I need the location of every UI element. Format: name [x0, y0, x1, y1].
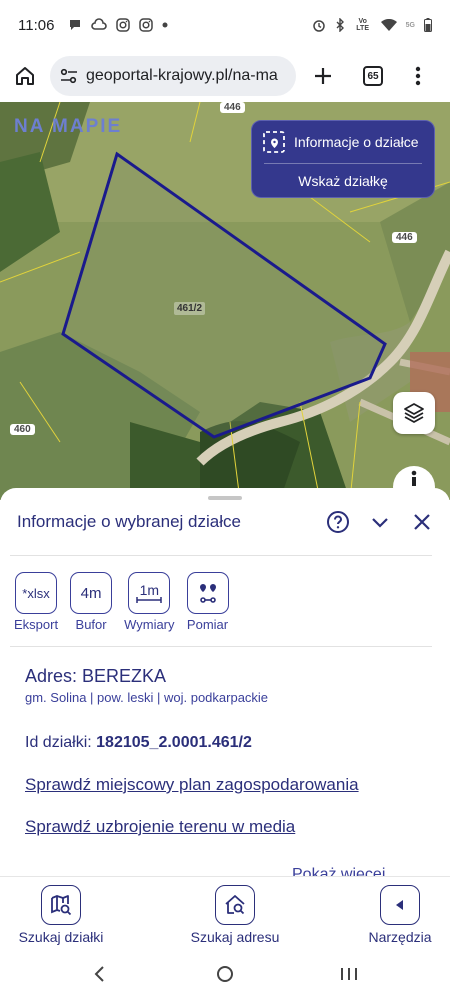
parcel-number-label: 461/2 — [174, 302, 206, 315]
app-logo: NA MAPIE — [14, 116, 123, 137]
parcel-id-label: Id działki: — [25, 734, 92, 751]
dimensions-icon-text: 1m — [139, 582, 160, 598]
divider — [10, 646, 432, 647]
road-label: 446 — [392, 232, 417, 243]
nav-label: Szukaj adresu — [190, 929, 280, 945]
info-icon — [411, 470, 417, 486]
buffer-button[interactable]: 4m — [70, 572, 113, 614]
tab-count: 65 — [363, 66, 383, 86]
export-icon-text: *xlsx — [22, 585, 50, 601]
parcel-info-card: Informacje o działce Wskaż działkę — [251, 120, 435, 198]
nav-tools[interactable]: Narzędzia — [360, 885, 440, 945]
more-notifications-dot-icon — [162, 22, 168, 28]
tab-switcher-button[interactable]: 65 — [348, 50, 398, 102]
home-button[interactable] — [0, 50, 50, 102]
search-parcel-button[interactable] — [41, 885, 81, 925]
ruler-line-icon — [136, 597, 163, 603]
chat-bubble-icon — [70, 20, 81, 30]
alarm-icon — [312, 20, 325, 32]
layers-icon — [404, 403, 424, 423]
browser-toolbar: geoportal-krajowy.pl/na-ma 65 — [0, 50, 450, 102]
help-icon — [327, 511, 349, 533]
tool-label: Eksport — [14, 617, 59, 632]
more-vert-icon — [415, 66, 421, 86]
dimensions-button[interactable]: 1m — [128, 572, 171, 614]
status-bar: 11:06 Vo LTE 5G — [0, 0, 450, 50]
instagram-icon — [116, 18, 131, 32]
administrative-units: gm. Solina | pow. leski | woj. podkarpac… — [25, 690, 269, 705]
instagram-icon — [139, 18, 154, 32]
collapse-button[interactable] — [366, 508, 394, 536]
triangle-left-icon — [396, 900, 403, 910]
nav-label: Narzędzia — [368, 929, 432, 945]
select-parcel-button[interactable]: Wskaż działkę — [252, 164, 434, 198]
home-nav-button[interactable] — [213, 962, 237, 986]
divider — [10, 555, 432, 556]
road-label: 446 — [220, 102, 245, 113]
system-navigation — [0, 948, 450, 1000]
tool-label: Bufor — [75, 617, 107, 632]
nav-search-address[interactable]: Szukaj adresu — [185, 885, 285, 945]
info-card-title: Informacje o działce — [294, 134, 419, 150]
nav-label: Szukaj działki — [18, 929, 104, 945]
nav-search-parcel[interactable]: Szukaj działki — [16, 885, 106, 945]
new-tab-button[interactable] — [298, 50, 348, 102]
site-settings-icon[interactable] — [60, 68, 78, 84]
volte-label: Vo LTE — [356, 18, 369, 32]
measure-button[interactable] — [186, 572, 229, 614]
sheet-title: Informacje o wybranej działce — [17, 512, 241, 531]
buffer-tool[interactable]: 4m Bufor — [70, 572, 113, 632]
tool-label: Wymiary — [124, 617, 175, 632]
measure-icon — [199, 584, 216, 603]
recents-button[interactable] — [337, 962, 361, 986]
signal-5g-label: 5G — [405, 21, 415, 29]
zoning-plan-link[interactable]: Sprawdź miejscowy plan zagospodarowania — [25, 775, 359, 795]
parcel-info-row[interactable]: Informacje o działce — [252, 121, 434, 163]
export-xlsx-button[interactable]: *xlsx — [15, 572, 58, 614]
url-text: geoportal-krajowy.pl/na-ma — [86, 67, 278, 84]
wifi-icon — [380, 19, 397, 31]
measure-tool[interactable]: Pomiar — [186, 572, 229, 632]
layers-button[interactable] — [393, 392, 435, 434]
browser-menu-button[interactable] — [398, 50, 438, 102]
chevron-down-icon — [372, 518, 388, 528]
battery-icon — [424, 18, 432, 32]
buffer-icon-text: 4m — [80, 584, 102, 602]
utilities-link[interactable]: Sprawdź uzbrojenie terenu w media — [25, 817, 295, 837]
house-search-icon — [225, 895, 245, 915]
tools-row: *xlsx Eksport 4m Bufor 1m Wymiary Pomiar — [14, 572, 229, 632]
close-button[interactable] — [408, 508, 436, 536]
sheet-header: Informacje o wybranej działce — [0, 500, 450, 544]
dimensions-tool[interactable]: 1m Wymiary — [124, 572, 175, 632]
road-label: 460 — [10, 424, 35, 435]
address-bar[interactable]: geoportal-krajowy.pl/na-ma — [50, 56, 296, 96]
chevron-left-icon — [94, 966, 104, 982]
bottom-navigation: Szukaj działki Szukaj adresu Narzędzia — [0, 876, 450, 948]
parcel-details-sheet: Informacje o wybranej działce *xlsx Eksp… — [0, 488, 450, 876]
search-address-button[interactable] — [215, 885, 255, 925]
parcel-id-value: 182105_2.0001.461/2 — [96, 734, 252, 751]
select-parcel-icon — [263, 131, 285, 153]
close-icon — [414, 514, 430, 530]
map-search-icon — [51, 895, 72, 916]
map-view[interactable]: NA MAPIE 446 446 460 461/2 Informacje o … — [0, 102, 450, 500]
back-button[interactable] — [88, 962, 112, 986]
circle-icon — [217, 966, 233, 982]
show-more-link[interactable]: Pokaż więcej — [292, 866, 385, 876]
parcel-id: Id działki: 182105_2.0001.461/2 — [25, 734, 252, 752]
system-icons: Vo LTE 5G — [312, 18, 432, 32]
help-button[interactable] — [324, 508, 352, 536]
bluetooth-icon — [336, 18, 344, 32]
tool-label: Pomiar — [186, 617, 229, 632]
notification-icons — [68, 18, 168, 32]
tools-button[interactable] — [380, 885, 420, 925]
cloud-sync-icon — [91, 18, 108, 30]
plus-icon — [315, 68, 331, 84]
parcel-address: Adres: BEREZKA — [25, 666, 167, 686]
home-icon — [16, 67, 34, 85]
recents-icon — [341, 968, 357, 980]
status-time: 11:06 — [18, 16, 55, 34]
export-tool[interactable]: *xlsx Eksport — [14, 572, 58, 632]
